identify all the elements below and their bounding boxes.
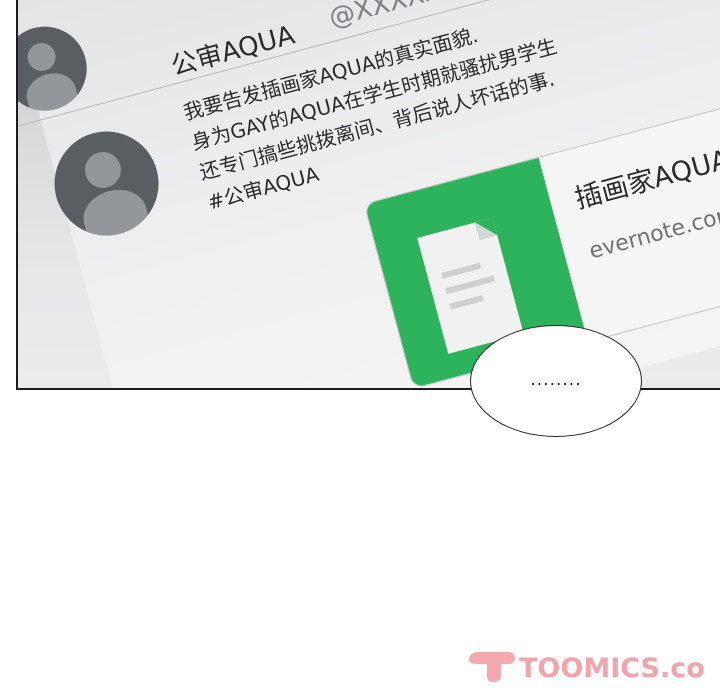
speech-bubble: ........ <box>470 325 642 437</box>
phone-screen-tilted: 公审AQUA @XXXXXXXX 1天 我要告发插画家AQUA的真实面貌. 身为… <box>18 0 720 388</box>
link-domain: evernote.com <box>586 200 720 265</box>
speech-bubble-text: ........ <box>530 370 582 390</box>
comic-panel: 公审AQUA @XXXXXXXX 1天 我要告发插画家AQUA的真实面貌. 身为… <box>16 0 720 390</box>
toomics-watermark-logo: TOOMICS.com <box>469 652 707 684</box>
watermark-text: TOOMICS.com <box>519 653 707 684</box>
